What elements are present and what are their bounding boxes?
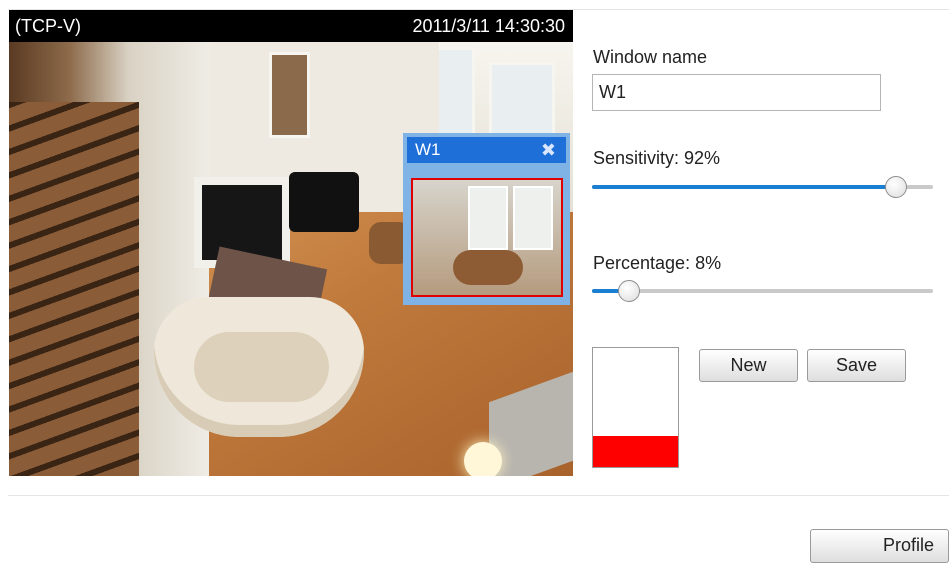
motion-window[interactable]: W1 ✖ (403, 133, 570, 305)
percentage-label: Percentage: 8% (593, 253, 722, 273)
sensitivity-label: Sensitivity: 92% (593, 148, 721, 168)
window-name-input[interactable] (592, 74, 881, 111)
percentage-slider[interactable] (592, 279, 933, 303)
stream-label: (TCP-V) (15, 16, 81, 36)
profile-button[interactable]: Profile (810, 529, 949, 563)
timestamp: 2011/3/11 14:30:30 (412, 16, 565, 36)
percentage-track (592, 289, 933, 293)
sensitivity-fill (592, 185, 896, 189)
motion-window-header[interactable]: W1 ✖ (407, 137, 566, 163)
close-icon[interactable]: ✖ (541, 137, 556, 163)
sensitivity-slider[interactable] (592, 175, 933, 199)
sensitivity-handle[interactable] (885, 176, 907, 198)
percentage-handle[interactable] (618, 280, 640, 302)
new-button[interactable]: New (699, 349, 798, 382)
activity-level-meter (592, 347, 679, 468)
motion-window-title: W1 (415, 140, 441, 159)
activity-level-bar (593, 436, 678, 467)
window-name-label: Window name (593, 47, 708, 67)
save-button[interactable]: Save (807, 349, 906, 382)
bottom-divider (8, 495, 949, 496)
osd-bar: (TCP-V) 2011/3/11 14:30:30 (9, 10, 573, 42)
motion-detection-area[interactable] (411, 178, 563, 297)
